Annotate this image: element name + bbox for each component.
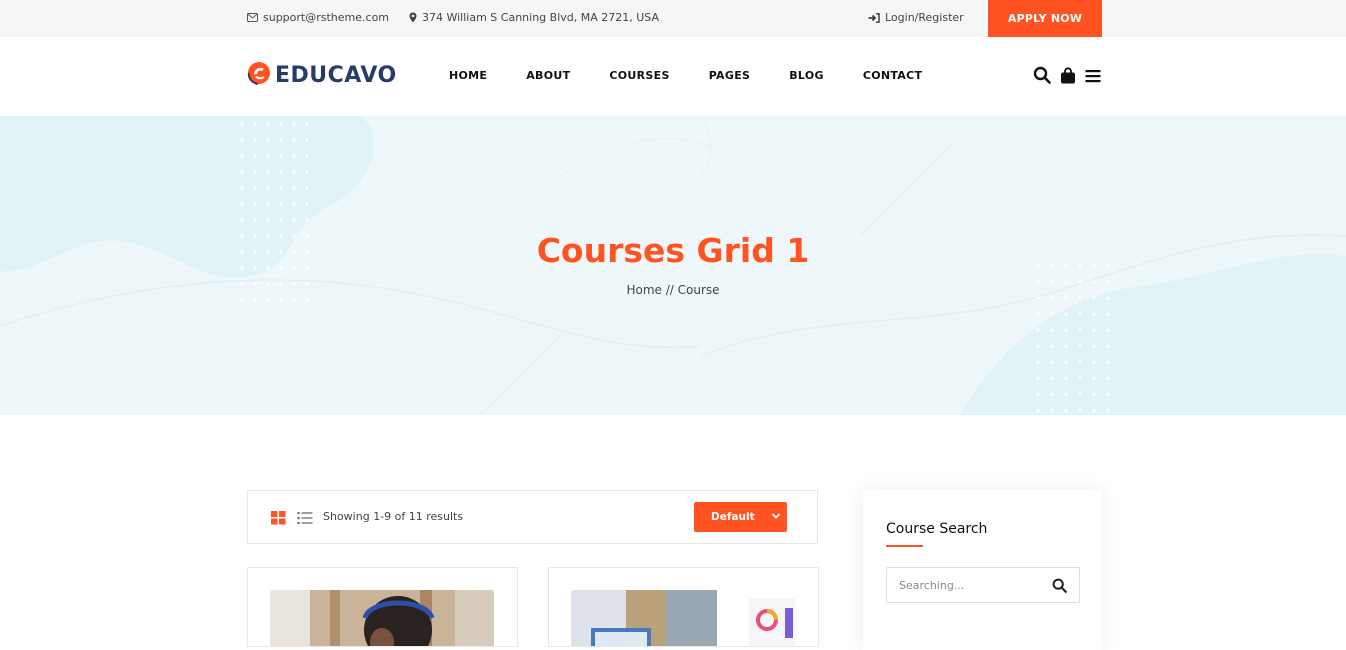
email-text: support@rstheme.com	[263, 11, 390, 24]
course-thumbnail[interactable]	[571, 590, 795, 646]
site-logo[interactable]: EDUCAVO	[247, 61, 397, 89]
widget-title: Course Search	[886, 521, 988, 537]
grid-view-icon[interactable]	[271, 510, 286, 529]
page-banner: Courses Grid 1 Home // Course	[0, 116, 1346, 415]
address-contact: 374 William S Canning Blvd, MA 2721, USA	[409, 11, 659, 24]
nav-courses[interactable]: COURSES	[609, 69, 669, 82]
header-icons	[1033, 66, 1101, 88]
course-search-box	[886, 567, 1080, 603]
sort-selected-value: Default	[711, 511, 755, 523]
sort-select[interactable]: Default	[694, 502, 787, 532]
breadcrumb: Home // Course	[0, 283, 1346, 297]
login-register-label: Login/Register	[885, 11, 964, 24]
main-navigation: HOME ABOUT COURSES PAGES BLOG CONTACT	[449, 69, 922, 82]
apply-now-button[interactable]: APPLY NOW	[988, 0, 1102, 37]
breadcrumb-separator: //	[665, 283, 678, 297]
search-icon[interactable]	[1052, 578, 1067, 597]
top-bar: support@rstheme.com 374 William S Cannin…	[0, 0, 1346, 37]
list-view-icon[interactable]	[297, 510, 313, 529]
logo-text: EDUCAVO	[275, 62, 397, 88]
search-icon[interactable]	[1033, 66, 1051, 88]
address-text: 374 William S Canning Blvd, MA 2721, USA	[422, 11, 660, 24]
envelope-icon	[247, 13, 258, 22]
nav-home[interactable]: HOME	[449, 69, 487, 82]
main-header: EDUCAVO HOME ABOUT COURSES PAGES BLOG CO…	[0, 37, 1346, 116]
sidebar-course-search-widget: Course Search	[863, 490, 1102, 650]
breadcrumb-home-link[interactable]: Home	[626, 283, 665, 297]
logo-mark-icon	[247, 61, 271, 89]
nav-contact[interactable]: CONTACT	[863, 69, 922, 82]
login-register-link[interactable]: Login/Register	[868, 11, 964, 24]
title-underline	[886, 545, 923, 547]
breadcrumb-current: Course	[677, 283, 720, 297]
course-toolbar: Showing 1-9 of 11 results Default	[247, 490, 818, 544]
map-pin-icon	[409, 12, 417, 23]
course-card[interactable]	[548, 567, 819, 647]
course-card[interactable]	[247, 567, 518, 647]
course-thumbnail[interactable]	[270, 590, 494, 646]
page-title: Courses Grid 1	[536, 231, 810, 270]
nav-pages[interactable]: PAGES	[709, 69, 751, 82]
nav-about[interactable]: ABOUT	[526, 69, 570, 82]
shopping-bag-icon[interactable]	[1060, 66, 1076, 88]
nav-blog[interactable]: BLOG	[789, 69, 824, 82]
results-count: Showing 1-9 of 11 results	[323, 510, 464, 523]
email-contact[interactable]: support@rstheme.com	[247, 11, 389, 24]
menu-icon[interactable]	[1085, 68, 1101, 87]
chevron-down-icon	[771, 511, 781, 524]
course-search-input[interactable]	[887, 568, 1047, 602]
sign-in-icon	[868, 12, 880, 23]
